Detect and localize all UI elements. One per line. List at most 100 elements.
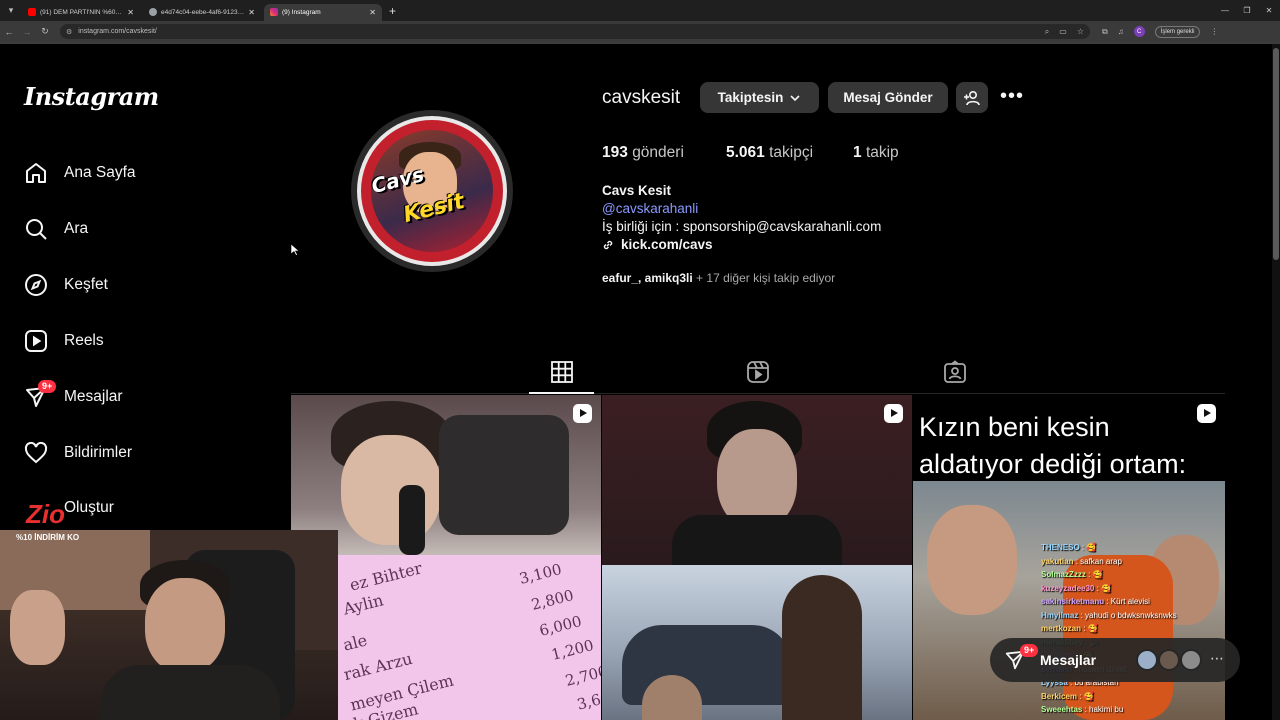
browser-tab[interactable]: (91) DEM PARTİ'NİN %60 OY AL ✕ bbox=[22, 4, 140, 21]
conversation-avatar bbox=[1180, 649, 1202, 671]
url-input[interactable]: ⚙ instagram.com/cavskesit/ ⌕ ▭ ☆ bbox=[60, 24, 1090, 39]
close-tab-icon[interactable]: ✕ bbox=[127, 8, 134, 17]
heart-icon bbox=[24, 441, 48, 464]
tab-tagged-icon[interactable] bbox=[943, 360, 967, 384]
window-controls: — ❐ ✕ bbox=[1214, 0, 1280, 21]
post-tile[interactable] bbox=[602, 395, 912, 720]
more-options-icon[interactable]: ••• bbox=[1000, 86, 1024, 106]
following-count-label: takip bbox=[865, 144, 899, 161]
sidebar-item-notifications[interactable]: Bildirimler bbox=[24, 439, 132, 467]
floating-messages-button[interactable]: 9+ Mesajlar ⋯ bbox=[990, 638, 1240, 682]
messages-badge: 9+ bbox=[38, 380, 57, 393]
following-count[interactable]: 1 takip bbox=[853, 144, 899, 162]
tab-reels-icon[interactable] bbox=[746, 360, 770, 384]
chat-text: : Kürt alevisi bbox=[1104, 597, 1150, 606]
cast-icon[interactable]: ▭ bbox=[1059, 27, 1067, 37]
sidebar-item-reels[interactable]: Reels bbox=[24, 327, 104, 355]
new-tab-icon[interactable]: + bbox=[389, 4, 396, 18]
chat-username: SolmazZzzz bbox=[1041, 570, 1086, 579]
sidebar-item-messages[interactable]: 9+ Mesajlar bbox=[24, 380, 123, 411]
youtube-favicon-icon bbox=[28, 8, 36, 16]
chat-text: : 🥰 bbox=[1085, 570, 1103, 579]
caption-line: aldatıyor dediği ortam: bbox=[919, 449, 1187, 479]
compass-icon bbox=[25, 274, 47, 296]
sidebar-item-explore[interactable]: Keşfet bbox=[24, 271, 108, 299]
zoom-icon[interactable]: ⌕ bbox=[1045, 27, 1049, 37]
chat-text: : 🥰 bbox=[1094, 583, 1112, 593]
minimize-icon[interactable]: — bbox=[1214, 6, 1236, 15]
menu-dots-icon[interactable]: ⋮ bbox=[1210, 27, 1218, 36]
streamer-face bbox=[145, 578, 225, 673]
extensions-icon[interactable]: ⧉ bbox=[1102, 27, 1108, 37]
profile-avatar-ring[interactable]: Cavs Kesit bbox=[351, 110, 513, 272]
floating-messages-label: Mesajlar bbox=[1040, 652, 1097, 668]
followers-count-value: 5.061 bbox=[726, 144, 765, 161]
suggest-users-button[interactable] bbox=[956, 82, 988, 113]
chat-message: SolmazZzzz : 🥰 bbox=[1041, 570, 1103, 579]
followers-count-label: takipçi bbox=[769, 144, 814, 161]
profile-username: cavskesit bbox=[602, 87, 681, 108]
following-count-value: 1 bbox=[853, 144, 862, 161]
profile-tabs-divider bbox=[291, 393, 1225, 394]
chat-message: Hmyilmaz : yahudi o bdwksnwksnwks bbox=[1041, 611, 1177, 620]
message-button-label: Mesaj Gönder bbox=[843, 90, 933, 105]
chat-message: mertkozan : 🥰 bbox=[1041, 624, 1098, 633]
sidebar-item-home[interactable]: Ana Sayfa bbox=[24, 159, 136, 187]
followed-by[interactable]: eafur_, amikq3li + 17 diğer kişi takip e… bbox=[602, 271, 835, 285]
following-button-label: Takiptesin bbox=[717, 90, 784, 105]
media-icon[interactable]: ♫ bbox=[1118, 27, 1124, 36]
chat-username: THENESO bbox=[1041, 543, 1080, 552]
chat-username: Sweeehtas bbox=[1041, 705, 1083, 714]
tab-title: e4d74c04-eebe-4af6-9123-eb bbox=[161, 8, 245, 16]
profile-avatar-image: Cavs Kesit bbox=[357, 116, 507, 266]
close-window-icon[interactable]: ✕ bbox=[1258, 6, 1280, 15]
more-horizontal-icon[interactable]: ⋯ bbox=[1210, 650, 1224, 667]
chat-text: : yahudi o bdwksnwksnwks bbox=[1078, 610, 1177, 620]
messages-badge: 9+ bbox=[1020, 644, 1039, 657]
chat-message: Sweeehtas : hakimi bu bbox=[1041, 705, 1123, 714]
add-person-icon bbox=[964, 90, 980, 105]
maximize-icon[interactable]: ❐ bbox=[1236, 6, 1258, 15]
reel-play-icon bbox=[573, 404, 592, 423]
tab-posts-grid-icon[interactable] bbox=[550, 360, 574, 384]
forward-icon[interactable]: → bbox=[18, 27, 36, 37]
followers-count[interactable]: 5.061 takipçi bbox=[726, 144, 813, 162]
update-button[interactable]: İşlem gerekli bbox=[1154, 25, 1201, 38]
sidebar-item-label: Mesajlar bbox=[64, 388, 123, 405]
streamer-body bbox=[100, 665, 280, 720]
bookmark-star-icon[interactable]: ☆ bbox=[1077, 27, 1084, 37]
following-button[interactable]: Takiptesin bbox=[700, 82, 819, 113]
sidebar-item-label: Reels bbox=[64, 332, 104, 349]
bio-external-link[interactable]: kick.com/cavs bbox=[602, 237, 713, 252]
tab-search-icon[interactable]: ▾ bbox=[0, 0, 22, 21]
posts-count-value: 193 bbox=[602, 144, 628, 161]
tab-title: (9) Instagram bbox=[282, 8, 321, 16]
message-button[interactable]: Mesaj Gönder bbox=[828, 82, 948, 113]
person-face bbox=[717, 429, 797, 529]
gaming-chair bbox=[439, 415, 569, 535]
search-icon bbox=[26, 219, 47, 240]
site-info-icon[interactable]: ⚙ bbox=[66, 28, 72, 36]
chat-message: Berkicem : 🥰 bbox=[1041, 692, 1094, 701]
back-icon[interactable]: ← bbox=[0, 27, 18, 37]
reel-play-icon bbox=[884, 404, 903, 423]
scrollbar-thumb[interactable] bbox=[1273, 48, 1279, 260]
browser-tab[interactable]: e4d74c04-eebe-4af6-9123-eb ✕ bbox=[143, 4, 261, 21]
reload-icon[interactable]: ↻ bbox=[36, 26, 54, 37]
profile-avatar[interactable]: C bbox=[1133, 26, 1145, 37]
posts-count-label: gönderi bbox=[632, 144, 684, 161]
chat-username: Hmyilmaz bbox=[1041, 610, 1079, 620]
chat-text: : 🥰 bbox=[1079, 543, 1097, 552]
chat-text: : 🥰 bbox=[1077, 691, 1094, 701]
streamer-hand bbox=[10, 590, 65, 665]
person-face bbox=[341, 435, 441, 545]
address-bar: ← → ↻ ⚙ instagram.com/cavskesit/ ⌕ ▭ ☆ ⧉… bbox=[0, 21, 1280, 42]
sidebar-item-search[interactable]: Ara bbox=[24, 215, 88, 243]
browser-tab-active[interactable]: (9) Instagram ✕ bbox=[264, 3, 382, 21]
chat-message: kuzeyzadee30 : 🥰 bbox=[1041, 584, 1111, 593]
close-tab-icon[interactable]: ✕ bbox=[369, 8, 376, 17]
sidebar-item-create[interactable]: Oluştur bbox=[64, 499, 114, 517]
instagram-logo[interactable]: Instagram bbox=[24, 82, 159, 111]
close-tab-icon[interactable]: ✕ bbox=[248, 8, 255, 17]
bio-mention-link[interactable]: @cavskarahanli bbox=[602, 201, 698, 216]
